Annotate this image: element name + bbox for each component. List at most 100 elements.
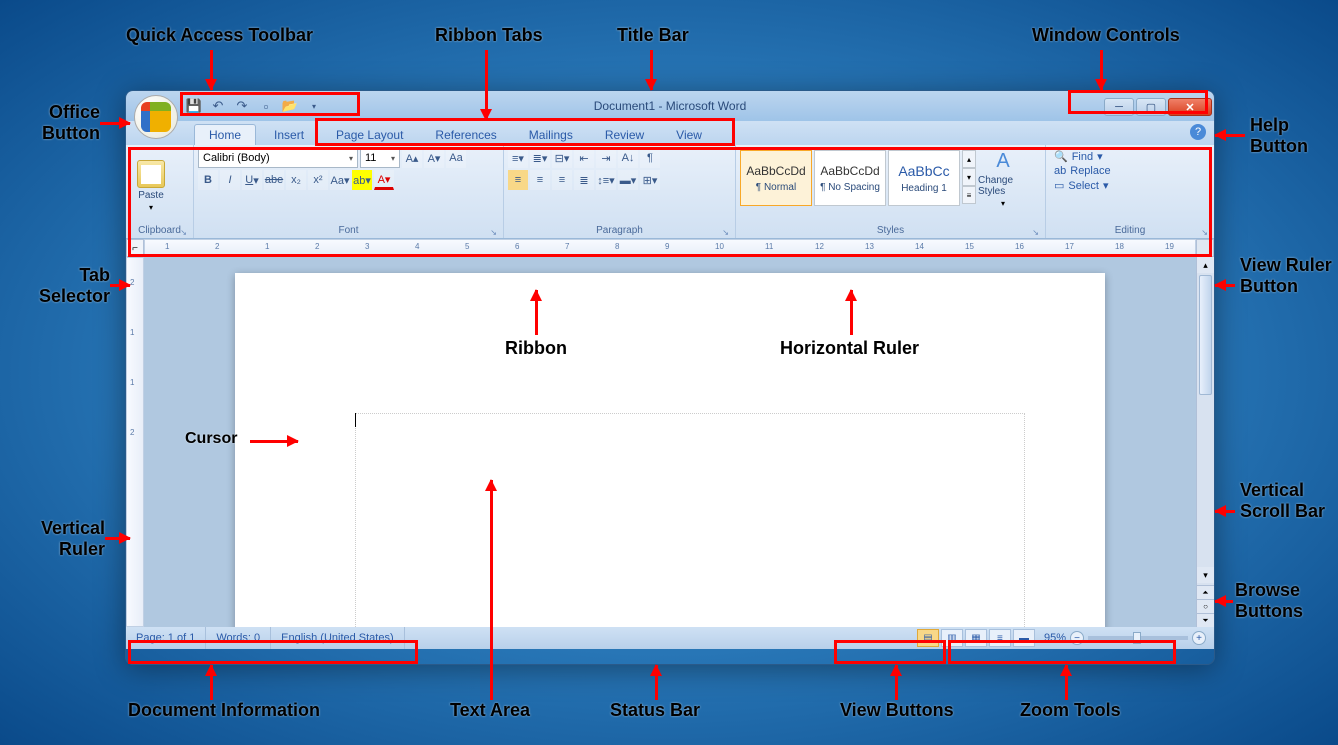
align-center-icon[interactable]: ≡	[530, 170, 550, 190]
italic-icon[interactable]: I	[220, 170, 240, 190]
shading-icon[interactable]: ▬▾	[618, 170, 638, 190]
annotation-zoom-tools: Zoom Tools	[1020, 700, 1121, 721]
tab-review[interactable]: Review	[591, 125, 658, 145]
maximize-button[interactable]: ▢	[1136, 98, 1166, 116]
vertical-ruler[interactable]: 2112	[126, 257, 144, 627]
help-button[interactable]: ?	[1190, 124, 1206, 140]
subscript-icon[interactable]: x₂	[286, 170, 306, 190]
bullets-icon[interactable]: ≡▾	[508, 148, 528, 168]
paste-button[interactable]: Paste ▾	[130, 148, 172, 224]
annotation-cursor: Cursor	[185, 430, 237, 448]
clear-format-icon[interactable]: Aa	[446, 148, 466, 168]
annotation-hruler: Horizontal Ruler	[780, 338, 919, 359]
redo-icon[interactable]: ↷	[234, 98, 250, 114]
tab-selector[interactable]: ⌐	[126, 239, 144, 257]
highlight-icon[interactable]: ab▾	[352, 170, 372, 190]
shrink-font-icon[interactable]: A▾	[424, 148, 444, 168]
office-button[interactable]	[134, 95, 178, 139]
scroll-thumb[interactable]	[1199, 275, 1212, 395]
page[interactable]	[235, 273, 1105, 627]
replace-icon: ab	[1054, 165, 1066, 177]
status-words[interactable]: Words: 0	[206, 627, 271, 649]
tab-references[interactable]: References	[421, 125, 510, 145]
group-label-font: Font	[198, 224, 499, 238]
find-button[interactable]: 🔍Find ▾	[1054, 150, 1206, 163]
view-ruler-button[interactable]	[1196, 239, 1214, 257]
style-heading1[interactable]: AaBbCc Heading 1	[888, 150, 960, 206]
change-case-icon[interactable]: Aa▾	[330, 170, 350, 190]
underline-icon[interactable]: U▾	[242, 170, 262, 190]
open-icon[interactable]: 📂	[282, 98, 298, 114]
justify-icon[interactable]: ≣	[574, 170, 594, 190]
minimize-button[interactable]: ─	[1104, 98, 1134, 116]
bold-icon[interactable]: B	[198, 170, 218, 190]
browse-object-icon[interactable]: ○	[1197, 599, 1214, 613]
view-print-layout-icon[interactable]: ▤	[917, 629, 939, 647]
arrow	[1215, 284, 1235, 287]
vertical-scrollbar[interactable]: ▴ ▾ ⏶ ○ ⏷	[1196, 257, 1214, 627]
view-web-icon[interactable]: ▦	[965, 629, 987, 647]
status-page[interactable]: Page: 1 of 1	[126, 627, 206, 649]
scroll-down-icon[interactable]: ▾	[1197, 567, 1214, 583]
arrow	[1215, 510, 1235, 513]
tab-insert[interactable]: Insert	[260, 125, 318, 145]
increase-indent-icon[interactable]: ⇥	[596, 148, 616, 168]
superscript-icon[interactable]: x²	[308, 170, 328, 190]
sort-icon[interactable]: A↓	[618, 148, 638, 168]
new-icon[interactable]: ▫	[258, 98, 274, 114]
page-container	[144, 257, 1196, 627]
font-color-icon[interactable]: A▾	[374, 170, 394, 190]
arrow	[490, 480, 493, 700]
arrow	[250, 440, 298, 443]
browse-buttons: ⏶ ○ ⏷	[1197, 585, 1214, 627]
numbering-icon[interactable]: ≣▾	[530, 148, 550, 168]
close-button[interactable]: ✕	[1168, 98, 1212, 116]
replace-button[interactable]: abReplace	[1054, 165, 1206, 177]
decrease-indent-icon[interactable]: ⇤	[574, 148, 594, 168]
ribbon-tabs: Home Insert Page Layout References Maili…	[126, 121, 1214, 145]
window-title: Document1 - Microsoft Word	[594, 99, 747, 113]
style-no-spacing[interactable]: AaBbCcDd ¶ No Spacing	[814, 150, 886, 206]
title-bar: 💾 ↶ ↷ ▫ 📂 ▾ Document1 - Microsoft Word ─…	[126, 91, 1214, 121]
zoom-out-icon[interactable]: −	[1070, 631, 1084, 645]
font-name-combo[interactable]: Calibri (Body)▾	[198, 148, 358, 168]
borders-icon[interactable]: ⊞▾	[640, 170, 660, 190]
view-buttons: ▤ ▥ ▦ ≡ ▬	[916, 629, 1036, 647]
scroll-up-icon[interactable]: ▴	[1197, 257, 1214, 273]
align-left-icon[interactable]: ≡	[508, 170, 528, 190]
status-language[interactable]: English (United States)	[271, 627, 405, 649]
view-outline-icon[interactable]: ≡	[989, 629, 1011, 647]
show-marks-icon[interactable]: ¶	[640, 148, 660, 168]
font-size-combo[interactable]: 11▾	[360, 148, 400, 168]
strike-icon[interactable]: abe	[264, 170, 284, 190]
horizontal-ruler[interactable]: 1212345678910111213141516171819	[144, 239, 1196, 257]
undo-icon[interactable]: ↶	[210, 98, 226, 114]
zoom-value[interactable]: 95%	[1044, 632, 1066, 644]
browse-prev-icon[interactable]: ⏶	[1197, 585, 1214, 599]
align-right-icon[interactable]: ≡	[552, 170, 572, 190]
annotation-window-controls: Window Controls	[1032, 25, 1180, 46]
tab-home[interactable]: Home	[194, 124, 256, 145]
tab-mailings[interactable]: Mailings	[515, 125, 587, 145]
styles-gallery-more[interactable]: ▴▾≡	[962, 150, 976, 204]
browse-next-icon[interactable]: ⏷	[1197, 613, 1214, 627]
tab-page-layout[interactable]: Page Layout	[322, 125, 417, 145]
group-label-styles: Styles	[740, 224, 1041, 238]
zoom-in-icon[interactable]: +	[1192, 631, 1206, 645]
grow-font-icon[interactable]: A▴	[402, 148, 422, 168]
save-icon[interactable]: 💾	[186, 98, 202, 114]
line-spacing-icon[interactable]: ↕≡▾	[596, 170, 616, 190]
select-button[interactable]: ▭Select ▾	[1054, 179, 1206, 192]
view-draft-icon[interactable]: ▬	[1013, 629, 1035, 647]
style-normal[interactable]: AaBbCcDd ¶ Normal	[740, 150, 812, 206]
change-styles-button[interactable]: A Change Styles ▾	[978, 150, 1028, 208]
qat-customize-icon[interactable]: ▾	[306, 98, 322, 114]
tab-view[interactable]: View	[662, 125, 716, 145]
annotation-title-bar: Title Bar	[617, 25, 689, 46]
annotation-vscroll: Vertical Scroll Bar	[1240, 480, 1338, 522]
zoom-slider-handle[interactable]	[1133, 632, 1141, 644]
arrow	[110, 284, 130, 287]
multilevel-icon[interactable]: ⊟▾	[552, 148, 572, 168]
zoom-slider[interactable]	[1088, 636, 1188, 640]
view-fullscreen-icon[interactable]: ▥	[941, 629, 963, 647]
